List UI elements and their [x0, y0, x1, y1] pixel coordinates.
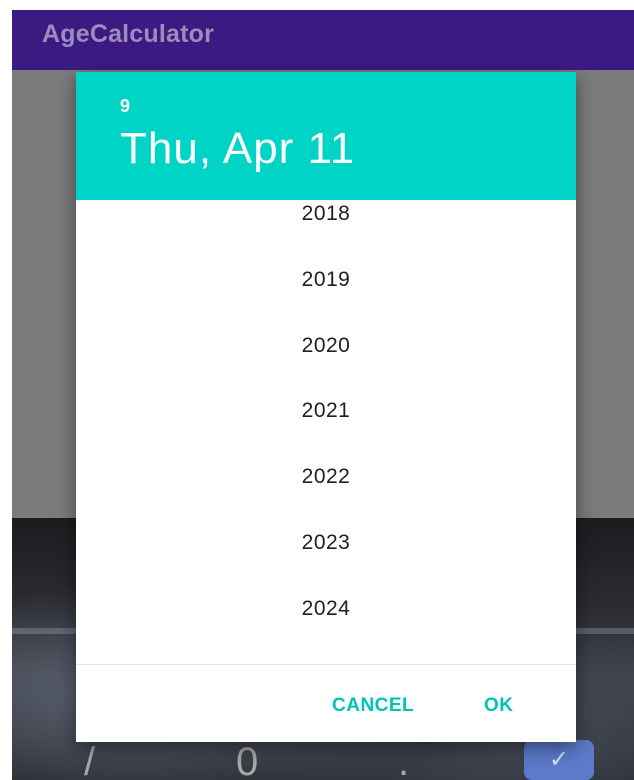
- app-bar: AgeCalculator: [12, 10, 634, 70]
- date-picker-header: 9 Thu, Apr 11: [76, 72, 576, 200]
- cancel-button[interactable]: CANCEL: [332, 686, 414, 726]
- screen: / 0 . ✓ AgeCalculator 9 Thu, Apr 11 2018…: [0, 0, 634, 780]
- date-picker-dialog: 9 Thu, Apr 11 2018 2019 2020 2021 2022 2…: [76, 72, 576, 742]
- year-item-2022[interactable]: 2022: [76, 457, 576, 497]
- year-item-2023[interactable]: 2023: [76, 523, 576, 563]
- year-item-2021[interactable]: 2021: [76, 391, 576, 431]
- background-zero-glyph: 0: [236, 740, 259, 780]
- year-item-2018[interactable]: 2018: [76, 200, 576, 234]
- dialog-divider: [76, 664, 576, 665]
- left-edge: [0, 0, 12, 780]
- ok-button[interactable]: OK: [484, 686, 514, 726]
- check-glyph: ✓: [548, 746, 570, 773]
- year-item-2019[interactable]: 2019: [76, 260, 576, 300]
- app-title: AgeCalculator: [42, 20, 215, 48]
- top-edge: [0, 0, 634, 10]
- header-year[interactable]: 9: [120, 96, 130, 117]
- header-date[interactable]: Thu, Apr 11: [120, 124, 355, 174]
- background-dot-glyph: .: [398, 740, 410, 780]
- year-list[interactable]: 2018 2019 2020 2021 2022 2023 2024: [76, 200, 576, 662]
- year-item-2020[interactable]: 2020: [76, 326, 576, 366]
- check-icon: ✓: [524, 740, 594, 780]
- background-slash-glyph: /: [84, 740, 96, 780]
- year-item-2024[interactable]: 2024: [76, 589, 576, 629]
